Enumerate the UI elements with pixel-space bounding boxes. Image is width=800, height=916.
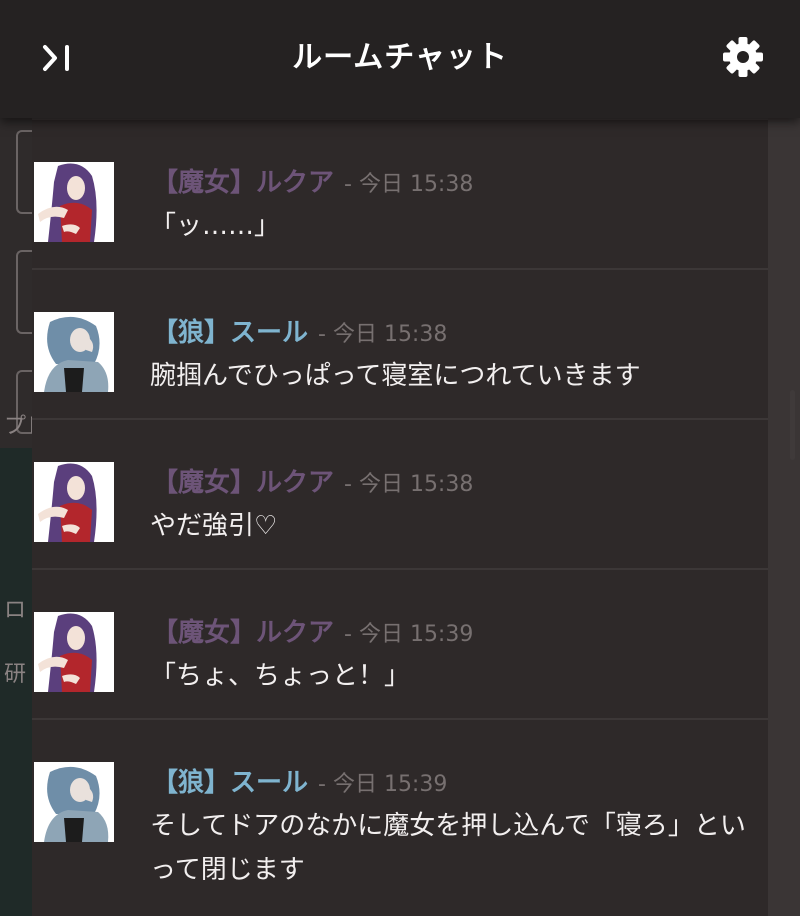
chat-scrollbar[interactable] bbox=[790, 390, 795, 460]
message-text: やだ強引♡ bbox=[150, 511, 278, 541]
message-timestamp: - 今日 15:39 bbox=[318, 772, 448, 797]
chat-message: 【狼】スール - 今日 15:38 腕掴んでひっぱって寝室につれていきます bbox=[32, 268, 768, 418]
message-text: 腕掴んでひっぱって寝室につれていきます bbox=[150, 361, 641, 391]
collapse-panel-button[interactable] bbox=[40, 40, 76, 76]
message-timestamp: - 今日 15:38 bbox=[344, 172, 474, 197]
message-timestamp: - 今日 15:38 bbox=[318, 322, 448, 347]
chat-message: 【魔女】ルクア - 今日 15:38 やだ強引♡ bbox=[32, 418, 768, 568]
sender-name: 【狼】スール bbox=[152, 768, 309, 798]
wolf-avatar[interactable] bbox=[34, 762, 114, 842]
background-label: 研 bbox=[4, 662, 27, 687]
wolf-avatar[interactable] bbox=[34, 312, 114, 392]
message-text: そしてドアのなかに魔女を押し込んで「寝ろ」といって閉じます bbox=[150, 811, 746, 885]
message-timestamp: - 今日 15:39 bbox=[344, 622, 474, 647]
message-text: 「ッ……」 bbox=[150, 211, 281, 241]
wolf-avatar-image bbox=[34, 312, 114, 392]
collapse-panel-icon bbox=[43, 45, 69, 71]
settings-button[interactable] bbox=[722, 36, 764, 78]
sender-name: 【魔女】ルクア bbox=[152, 468, 335, 498]
wolf-avatar-image bbox=[34, 762, 114, 842]
witch-avatar[interactable] bbox=[34, 162, 114, 242]
message-text: 「ちょ、ちょっと！」 bbox=[150, 661, 411, 691]
chat-message: 【魔女】ルクア - 今日 15:38 「ッ……」 bbox=[32, 118, 768, 268]
background-label: ロ bbox=[4, 598, 27, 623]
witch-avatar[interactable] bbox=[34, 612, 114, 692]
chat-message-list[interactable]: 【魔女】ルクア - 今日 15:38 「ッ……」 【狼】スール - 今日 15:… bbox=[32, 118, 768, 916]
chat-message: 【魔女】ルクア - 今日 15:39 「ちょ、ちょっと！」 bbox=[32, 568, 768, 718]
sender-name: 【狼】スール bbox=[152, 318, 309, 348]
chat-header: ルームチャット bbox=[0, 0, 800, 118]
witch-avatar-image bbox=[34, 612, 114, 692]
witch-avatar-image bbox=[34, 462, 114, 542]
page-title: ルームチャット bbox=[292, 40, 508, 75]
witch-avatar-image bbox=[34, 162, 114, 242]
witch-avatar[interactable] bbox=[34, 462, 114, 542]
chat-message: 【狼】スール - 今日 15:39 そしてドアのなかに魔女を押し込んで「寝ろ」と… bbox=[32, 718, 768, 916]
sender-name: 【魔女】ルクア bbox=[152, 168, 335, 198]
sender-name: 【魔女】ルクア bbox=[152, 618, 335, 648]
gear-icon bbox=[723, 37, 763, 77]
message-timestamp: - 今日 15:38 bbox=[344, 472, 474, 497]
